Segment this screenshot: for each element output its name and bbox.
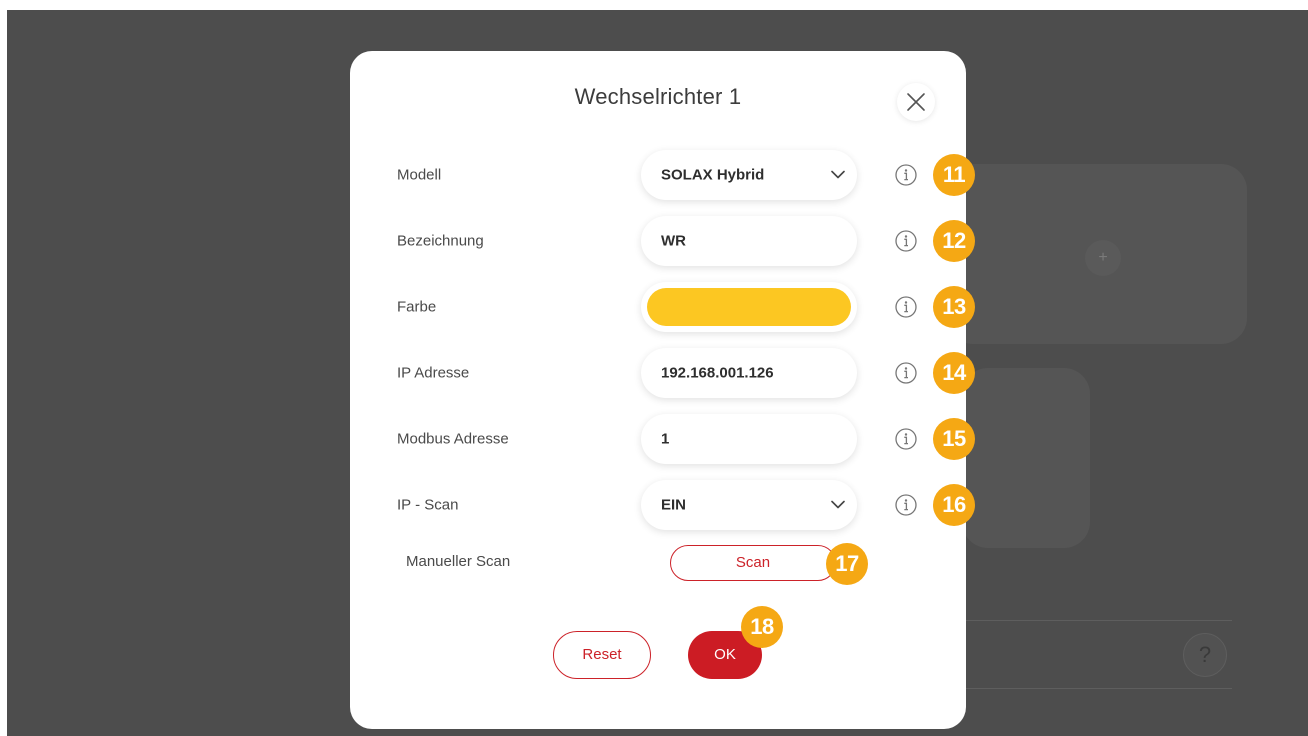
add-icon: + <box>1085 240 1121 276</box>
step-badge: 15 <box>933 418 975 460</box>
divider <box>962 688 1232 689</box>
info-icon[interactable] <box>895 164 917 186</box>
modbus-adresse-label: Modbus Adresse <box>397 430 509 448</box>
manual-scan-label: Manueller Scan <box>406 553 511 570</box>
row-bezeichnung: Bezeichnung WR 12 <box>350 212 975 270</box>
farbe-label: Farbe <box>397 298 437 316</box>
color-picker[interactable] <box>641 282 857 332</box>
step-badge: 13 <box>933 286 975 328</box>
background-card <box>962 368 1090 548</box>
ip-scan-label: IP - Scan <box>397 496 459 514</box>
close-button[interactable] <box>897 83 935 121</box>
ip-adresse-value: 192.168.001.126 <box>661 364 774 382</box>
info-icon[interactable] <box>895 296 917 318</box>
row-farbe: Farbe 13 <box>350 278 975 336</box>
color-swatch <box>647 288 851 326</box>
step-badge: 12 <box>933 220 975 262</box>
row-ip-adresse: IP Adresse 192.168.001.126 14 <box>350 344 975 402</box>
ip-scan-select[interactable]: EIN <box>641 480 857 530</box>
reset-button[interactable]: Reset <box>553 631 651 679</box>
info-icon[interactable] <box>895 428 917 450</box>
bezeichnung-value: WR <box>661 232 686 250</box>
info-icon[interactable] <box>895 494 917 516</box>
step-badge: 18 <box>741 606 783 648</box>
modbus-adresse-input[interactable]: 1 <box>641 414 857 464</box>
close-icon <box>907 93 925 111</box>
inverter-dialog: Wechselrichter 1 Modell SOLAX Hybrid 11 … <box>350 51 975 729</box>
step-badge: 11 <box>933 154 975 196</box>
chevron-down-icon <box>831 170 845 179</box>
step-badge: 16 <box>933 484 975 526</box>
bezeichnung-input[interactable]: WR <box>641 216 857 266</box>
help-icon: ? <box>1183 633 1227 677</box>
modell-select[interactable]: SOLAX Hybrid <box>641 150 857 200</box>
row-modell: Modell SOLAX Hybrid 11 <box>350 146 975 204</box>
modbus-adresse-value: 1 <box>661 430 670 448</box>
step-badge: 14 <box>933 352 975 394</box>
info-icon[interactable] <box>895 362 917 384</box>
ip-scan-value: EIN <box>661 496 687 514</box>
modell-value: SOLAX Hybrid <box>661 166 765 184</box>
info-icon[interactable] <box>895 230 917 252</box>
row-ip-scan: IP - Scan EIN 16 <box>350 476 975 534</box>
ip-adresse-label: IP Adresse <box>397 364 470 382</box>
dialog-title: Wechselrichter 1 <box>574 84 742 109</box>
chevron-down-icon <box>831 500 845 509</box>
modell-label: Modell <box>397 166 442 184</box>
step-badge: 17 <box>826 543 868 585</box>
ip-adresse-input[interactable]: 192.168.001.126 <box>641 348 857 398</box>
divider <box>962 620 1232 621</box>
bezeichnung-label: Bezeichnung <box>397 232 484 250</box>
scan-button[interactable]: Scan <box>670 545 836 581</box>
row-modbus-adresse: Modbus Adresse 1 15 <box>350 410 975 468</box>
